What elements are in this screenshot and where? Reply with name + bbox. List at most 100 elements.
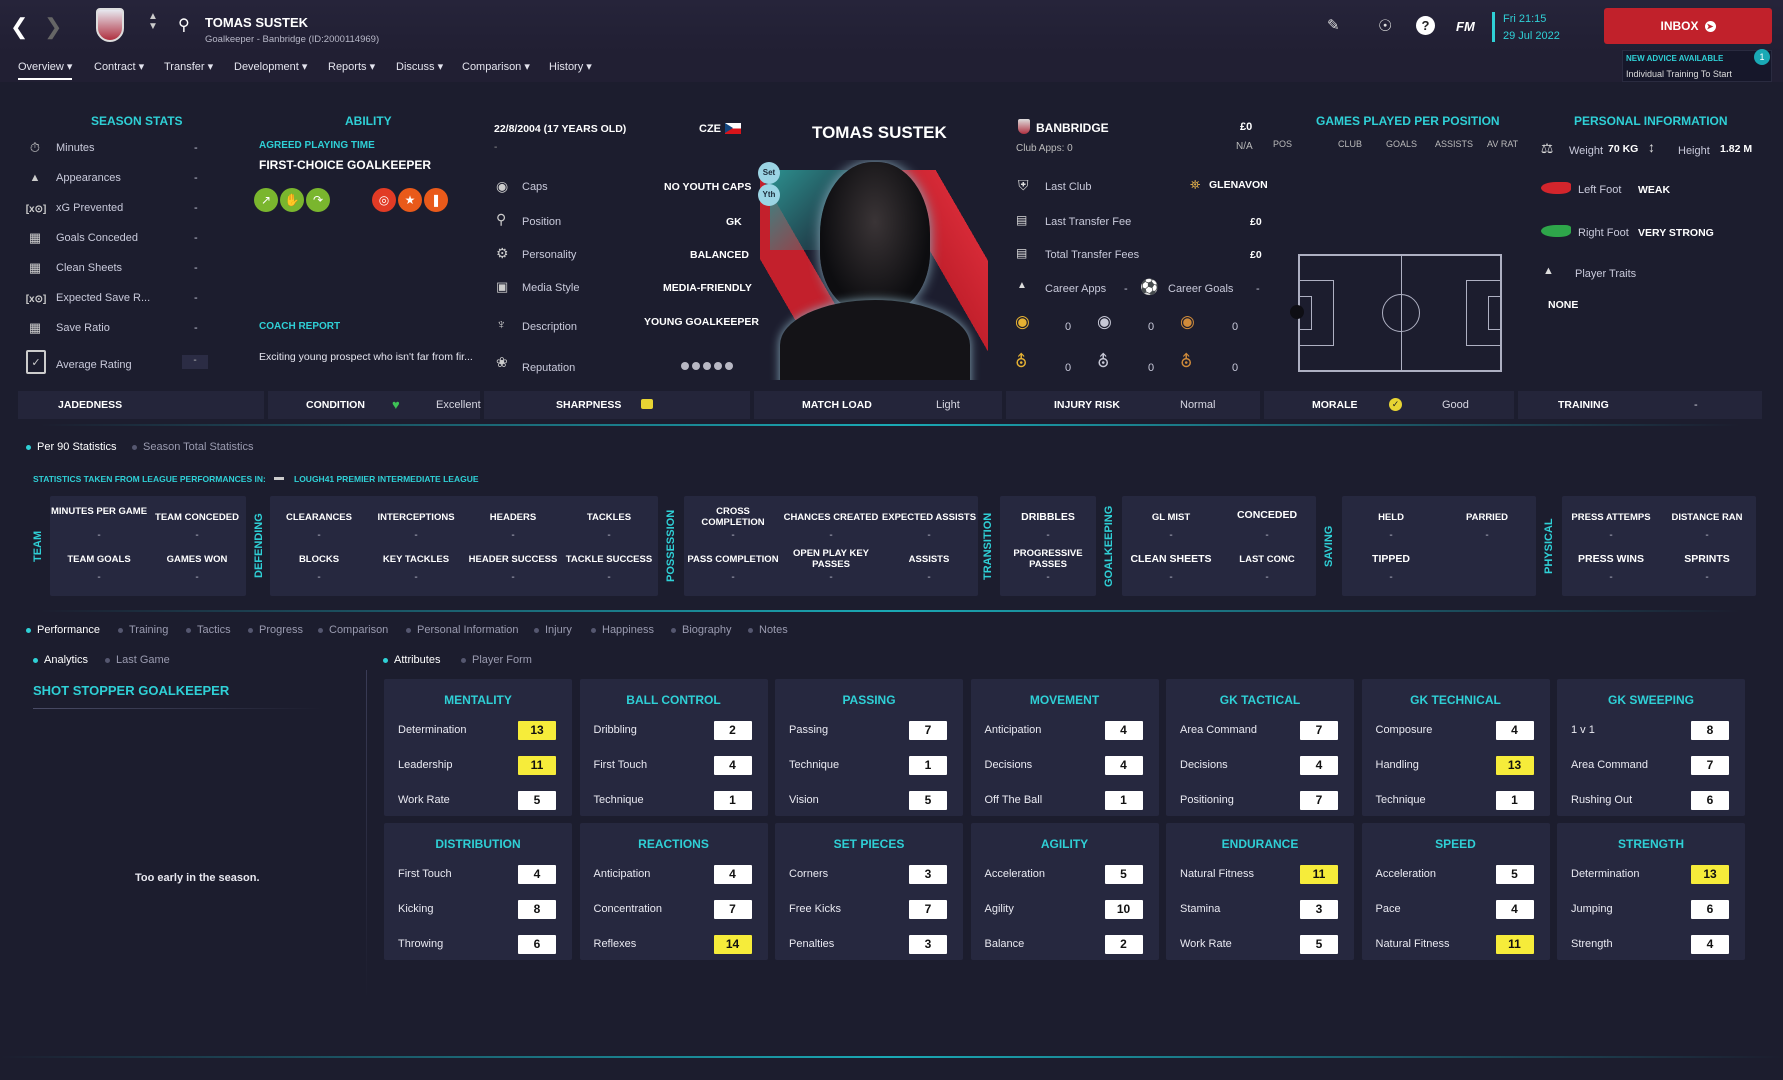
col-goals[interactable]: GOALS	[1386, 139, 1417, 149]
tab-notes[interactable]: Notes	[748, 624, 788, 636]
attr-row[interactable]: Anticipation 4	[594, 865, 758, 885]
attr-row[interactable]: Natural Fitness 11	[1180, 865, 1344, 885]
attr-row[interactable]: Handling 13	[1376, 756, 1540, 776]
silver-medal-icon: ◉	[1097, 312, 1112, 331]
attr-row[interactable]: Vision 5	[789, 791, 953, 811]
last-club-value[interactable]: GLENAVON	[1209, 179, 1268, 191]
attr-name: Acceleration	[1375, 868, 1437, 880]
attr-row[interactable]: Stamina 3	[1180, 900, 1344, 920]
attr-row[interactable]: Pace 4	[1376, 900, 1540, 920]
tab-performance[interactable]: Performance	[26, 624, 100, 636]
advice-notification[interactable]: NEW ADVICE AVAILABLE Individual Training…	[1622, 49, 1772, 82]
menu-reports[interactable]: Reports ▾	[328, 60, 375, 73]
attr-row[interactable]: Decisions 4	[1180, 756, 1344, 776]
attr-row[interactable]: Reflexes 14	[594, 935, 758, 955]
attr-row[interactable]: Jumping 6	[1571, 900, 1735, 920]
tab-analytics[interactable]: Analytics	[33, 654, 88, 666]
attr-row[interactable]: Determination 13	[1571, 865, 1735, 885]
stat-cell: EXPECTED ASSISTS	[881, 512, 977, 523]
badge-set[interactable]: Set	[758, 162, 780, 184]
attr-row[interactable]: Corners 3	[789, 865, 953, 885]
attr-row[interactable]: Determination 13	[398, 721, 562, 741]
attr-row[interactable]: First Touch 4	[398, 865, 562, 885]
menu-contract[interactable]: Contract ▾	[94, 60, 144, 73]
forward-arrow-icon[interactable]: ❯	[44, 14, 62, 40]
attr-row[interactable]: Area Command 7	[1571, 756, 1735, 776]
tab-season-total[interactable]: Season Total Statistics	[132, 441, 253, 453]
attr-row[interactable]: Concentration 7	[594, 900, 758, 920]
menu-overview[interactable]: Overview ▾	[18, 60, 73, 80]
tab-comparison[interactable]: Comparison	[318, 624, 388, 636]
attr-row[interactable]: Off The Ball 1	[985, 791, 1149, 811]
badge-yth[interactable]: Yth	[758, 184, 780, 206]
attr-row[interactable]: Acceleration 5	[1376, 865, 1540, 885]
attr-row[interactable]: Kicking 8	[398, 900, 562, 920]
attr-row[interactable]: Free Kicks 7	[789, 900, 953, 920]
up-down-icon[interactable]: ▲ ▼	[148, 12, 158, 32]
average-rating-box: -	[182, 355, 208, 369]
attr-row[interactable]: Anticipation 4	[985, 721, 1149, 741]
attr-row[interactable]: Area Command 7	[1180, 721, 1344, 741]
league-name[interactable]: LOUGH41 PREMIER INTERMEDIATE LEAGUE	[294, 474, 479, 484]
col-pos[interactable]: POS	[1273, 139, 1292, 149]
attr-value: 4	[713, 756, 752, 775]
globe-icon[interactable]: ☉	[1378, 16, 1392, 36]
tab-last-game[interactable]: Last Game	[105, 654, 170, 666]
col-club[interactable]: CLUB	[1338, 139, 1362, 149]
col-assists[interactable]: ASSISTS	[1435, 139, 1473, 149]
col-av-rat[interactable]: AV RAT	[1487, 139, 1518, 149]
attr-row[interactable]: Balance 2	[985, 935, 1149, 955]
tab-attributes[interactable]: Attributes	[383, 654, 440, 666]
inbox-button[interactable]: INBOX ➤	[1604, 8, 1772, 44]
help-icon[interactable]: ?	[1416, 16, 1435, 35]
attr-row[interactable]: Acceleration 5	[985, 865, 1149, 885]
attr-row[interactable]: Agility 10	[985, 900, 1149, 920]
attr-row[interactable]: Technique 1	[594, 791, 758, 811]
attr-row[interactable]: Technique 1	[789, 756, 953, 776]
attr-row[interactable]: Positioning 7	[1180, 791, 1344, 811]
attr-row[interactable]: Leadership 11	[398, 756, 562, 776]
menu-transfer[interactable]: Transfer ▾	[164, 60, 213, 73]
attr-row[interactable]: Decisions 4	[985, 756, 1149, 776]
xg-icon: [x⊙]	[25, 203, 47, 215]
attr-row[interactable]: Strength 4	[1571, 935, 1735, 955]
tab-happiness[interactable]: Happiness	[591, 624, 654, 636]
menu-history[interactable]: History ▾	[549, 60, 592, 73]
tab-injury[interactable]: Injury	[534, 624, 572, 636]
attr-row[interactable]: Work Rate 5	[1180, 935, 1344, 955]
attr-row[interactable]: Technique 1	[1376, 791, 1540, 811]
attr-row[interactable]: Penalties 3	[789, 935, 953, 955]
attr-value: 7	[909, 721, 947, 740]
attr-row[interactable]: 1 v 1 8	[1571, 721, 1735, 741]
attr-name: 1 v 1	[1571, 724, 1595, 736]
club-name[interactable]: BANBRIDGE	[1036, 121, 1109, 135]
tab-biography[interactable]: Biography	[671, 624, 732, 636]
menu-discuss[interactable]: Discuss ▾	[396, 60, 443, 73]
attr-row[interactable]: Passing 7	[789, 721, 953, 741]
attr-row[interactable]: Natural Fitness 11	[1376, 935, 1540, 955]
tab-tactics[interactable]: Tactics	[186, 624, 231, 636]
attr-row[interactable]: Rushing Out 6	[1571, 791, 1735, 811]
date-day[interactable]: 29 Jul 2022	[1503, 30, 1560, 42]
attr-row[interactable]: First Touch 4	[594, 756, 758, 776]
menu-comparison[interactable]: Comparison ▾	[462, 60, 530, 73]
attr-row[interactable]: Work Rate 5	[398, 791, 562, 811]
date-time[interactable]: Fri 21:15	[1503, 13, 1546, 25]
tab-personal-information[interactable]: Personal Information	[406, 624, 519, 636]
attr-row[interactable]: Composure 4	[1376, 721, 1540, 741]
stat-cell: PASS COMPLETION	[687, 554, 779, 565]
portrait-name: TOMAS SUSTEK	[812, 123, 947, 142]
edit-icon[interactable]: ✎	[1327, 16, 1340, 34]
menu-development[interactable]: Development ▾	[234, 60, 307, 73]
tab-progress[interactable]: Progress	[248, 624, 303, 636]
tab-training[interactable]: Training	[118, 624, 168, 636]
tab-player-form[interactable]: Player Form	[461, 654, 532, 666]
fm-logo[interactable]: FM	[1456, 19, 1475, 34]
attr-panel-speed: SPEED Acceleration 5 Pace 4 Natural Fitness 11	[1361, 823, 1550, 960]
search-icon[interactable]: ⚲	[178, 15, 190, 35]
tab-per90[interactable]: Per 90 Statistics	[26, 441, 116, 453]
attr-row[interactable]: Throwing 6	[398, 935, 562, 955]
coach-report-text[interactable]: Exciting young prospect who isn't far fr…	[259, 351, 473, 363]
back-arrow-icon[interactable]: ❮	[10, 14, 28, 40]
attr-row[interactable]: Dribbling 2	[594, 721, 758, 741]
